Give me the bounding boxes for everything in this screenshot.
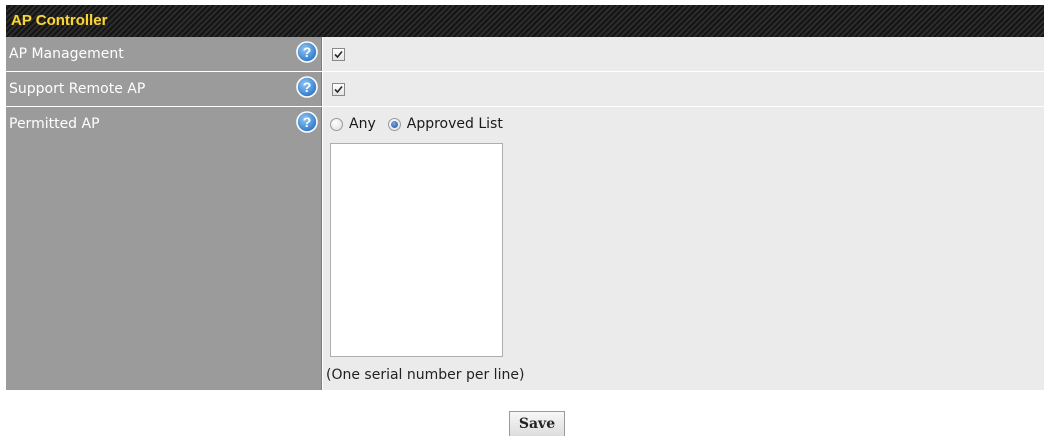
approved-list-textarea[interactable] (330, 143, 503, 357)
value-cell: Any Approved List (One serial number per… (322, 107, 1044, 390)
ap-management-label: AP Management (9, 46, 124, 62)
settings-row-permitted-ap: Permitted AP ? Any Approved List (One se… (6, 107, 1044, 390)
radio-any[interactable] (330, 117, 343, 131)
permitted-ap-options: Any Approved List (330, 116, 515, 132)
radio-approved-list[interactable] (387, 117, 401, 131)
value-cell (322, 72, 1044, 106)
checkmark-icon (334, 50, 343, 59)
svg-text:?: ? (303, 114, 312, 130)
label-cell: Support Remote AP ? (6, 72, 322, 106)
support-remote-ap-checkbox[interactable] (332, 83, 345, 96)
value-cell (322, 37, 1044, 71)
help-icon[interactable]: ? (296, 111, 318, 133)
save-button[interactable]: Save (509, 411, 565, 436)
ap-management-checkbox[interactable] (332, 48, 345, 61)
radio-any-label[interactable]: Any (349, 116, 376, 132)
ap-controller-panel: AP Controller AP Management ? Support Re… (6, 5, 1044, 390)
svg-text:?: ? (303, 44, 312, 60)
serial-number-hint: (One serial number per line) (326, 367, 525, 383)
radio-approved-list-label[interactable]: Approved List (407, 116, 503, 132)
svg-text:?: ? (303, 79, 312, 95)
settings-row-ap-management: AP Management ? (6, 37, 1044, 72)
checkmark-icon (334, 85, 343, 94)
label-cell: AP Management ? (6, 37, 322, 71)
help-icon[interactable]: ? (296, 41, 318, 63)
settings-row-support-remote-ap: Support Remote AP ? (6, 72, 1044, 107)
support-remote-ap-label: Support Remote AP (9, 81, 146, 97)
help-icon[interactable]: ? (296, 76, 318, 98)
label-cell: Permitted AP ? (6, 107, 322, 390)
panel-title: AP Controller (6, 5, 1044, 37)
permitted-ap-label: Permitted AP (9, 116, 100, 132)
